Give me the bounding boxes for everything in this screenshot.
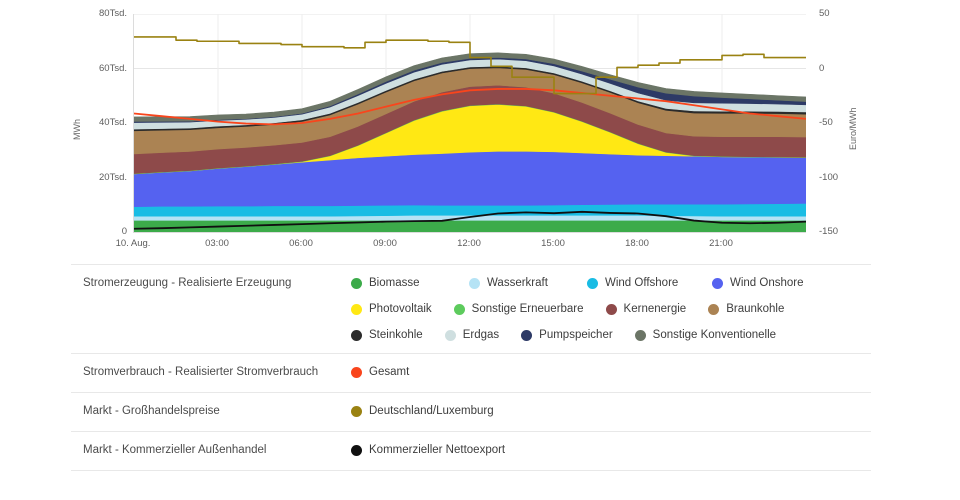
x-axis-tick: 18:00 xyxy=(625,238,649,249)
y-axis-right-tick: 0 xyxy=(819,62,825,74)
legend-color-dot-icon xyxy=(351,303,362,315)
legend-color-dot-icon xyxy=(444,329,456,341)
y-axis-left-tick: 0 xyxy=(121,226,127,237)
legend-line: Gesamt xyxy=(351,363,871,381)
plot-area[interactable] xyxy=(133,14,806,233)
legend-item-wasserkraft[interactable]: Wasserkraft xyxy=(469,274,587,292)
legend-line: Kommerzieller Nettoexport xyxy=(351,441,871,459)
legend-items: Gesamt xyxy=(351,363,871,381)
legend-item-steinkohle[interactable]: Steinkohle xyxy=(351,326,423,344)
legend-item-photovoltaik[interactable]: Photovoltaik xyxy=(351,300,432,318)
legend-color-dot-icon xyxy=(453,303,465,315)
y-axis-left-tick: 80Tsd. xyxy=(99,8,127,19)
legend-color-dot-icon xyxy=(351,277,362,289)
x-axis-tick: 03:00 xyxy=(205,238,229,249)
legend-row: Markt - Großhandelspreise Deutschland/Lux… xyxy=(71,392,871,431)
legend-category-label: Stromverbrauch - Realisierter Stromverbr… xyxy=(83,366,319,378)
legend-line: Deutschland/Luxemburg xyxy=(351,402,871,420)
legend-item-label: Sonstige Konventionelle xyxy=(652,329,777,341)
y-axis-left-tick: 20Tsd. xyxy=(99,171,127,183)
legend-color-dot-icon xyxy=(587,277,598,289)
legend-item-deutschland-luxemburg[interactable]: Deutschland/Luxemburg xyxy=(351,402,494,420)
legend-item-biomasse[interactable]: Biomasse xyxy=(351,274,469,292)
legend-item-label: Braunkohle xyxy=(726,303,785,315)
legend-item-gesamt[interactable]: Gesamt xyxy=(351,363,409,381)
legend-category-label: Markt - Großhandelspreise xyxy=(83,405,220,417)
legend-item-label: Wind Offshore xyxy=(605,277,679,289)
legend-item-label: Biomasse xyxy=(369,277,420,289)
x-axis-tick: 06:00 xyxy=(289,238,313,249)
legend-item-wind-offshore[interactable]: Wind Offshore xyxy=(587,274,712,292)
legend-item-kernenergie[interactable]: Kernenergie xyxy=(605,300,687,318)
legend-item-label: Wasserkraft xyxy=(487,277,548,289)
x-axis-tick: 15:00 xyxy=(541,238,565,249)
legend-color-dot-icon xyxy=(351,444,362,456)
legend-item-label: Photovoltaik xyxy=(369,303,432,315)
legend-color-dot-icon xyxy=(712,277,723,289)
x-axis-tick: 21:00 xyxy=(709,238,733,249)
legend-item-sonstige-konventionelle[interactable]: Sonstige Konventionelle xyxy=(634,326,777,344)
legend-category-label: Stromerzeugung - Realisierte Erzeugung xyxy=(83,277,292,289)
chart-svg xyxy=(134,14,806,232)
legend-color-dot-icon xyxy=(351,329,362,341)
energy-chart-page: MWh Euro/MWh 0 20Tsd. 40Tsd. 60Tsd. 80Tsd. -… xyxy=(0,0,960,500)
legend-category-label: Markt - Kommerzieller Außenhandel xyxy=(83,444,267,456)
legend-item-braunkohle[interactable]: Braunkohle xyxy=(708,300,784,318)
x-axis-tick: 10. Aug. xyxy=(115,238,151,249)
legend-item-label: Kommerzieller Nettoexport xyxy=(369,444,506,456)
y-axis-right-title: Euro/MWh xyxy=(848,107,858,150)
legend-item-label: Deutschland/Luxemburg xyxy=(369,405,494,417)
legend-items: Kommerzieller Nettoexport xyxy=(351,441,871,459)
legend-item-label: Wind Onshore xyxy=(730,277,804,289)
legend-row: Stromerzeugung - Realisierte Erzeugung Bi… xyxy=(71,264,871,353)
x-axis-tick: 12:00 xyxy=(457,238,481,249)
legend-color-dot-icon xyxy=(351,405,362,417)
legend-item-label: Gesamt xyxy=(369,366,410,378)
legend-table: Stromerzeugung - Realisierte Erzeugung Bi… xyxy=(71,264,871,471)
legend-item-sonstige-erneuerbare[interactable]: Sonstige Erneuerbare xyxy=(453,300,584,318)
y-axis-left-tick: 60Tsd. xyxy=(99,62,127,74)
legend-item-kommerzieller-nettoexport[interactable]: Kommerzieller Nettoexport xyxy=(351,441,505,459)
chart-container: MWh Euro/MWh 0 20Tsd. 40Tsd. 60Tsd. 80Tsd. -… xyxy=(0,0,960,258)
legend-line: Photovoltaik Sonstige Erneuerbare Kernener… xyxy=(351,300,871,318)
legend-item-label: Kernenergie xyxy=(623,303,687,315)
legend-item-erdgas[interactable]: Erdgas xyxy=(444,326,500,344)
legend-color-dot-icon xyxy=(351,366,362,378)
legend-item-label: Sonstige Erneuerbare xyxy=(471,303,584,315)
legend-row: Stromverbrauch - Realisierter Stromverbr… xyxy=(71,353,871,392)
legend-item-label: Pumpspeicher xyxy=(539,329,613,341)
y-axis-right-tick: -100 xyxy=(819,171,839,183)
y-axis-right-tick: -150 xyxy=(819,226,839,237)
legend-row: Markt - Kommerzieller Außenhandel Kommerz… xyxy=(71,431,871,471)
legend-item-pumpspeicher[interactable]: Pumpspeicher xyxy=(521,326,613,344)
legend-color-dot-icon xyxy=(708,303,720,315)
x-axis-tick: 09:00 xyxy=(373,238,397,249)
legend-items: Deutschland/Luxemburg xyxy=(351,402,871,420)
y-axis-left-tick: 40Tsd. xyxy=(99,117,127,128)
legend-color-dot-icon xyxy=(469,277,480,289)
y-axis-right-tick: -50 xyxy=(819,117,833,128)
legend-item-wind-onshore[interactable]: Wind Onshore xyxy=(712,274,804,292)
legend-line: Steinkohle Erdgas Pumpspeicher Sonstige Kon… xyxy=(351,326,871,344)
legend-color-dot-icon xyxy=(605,303,617,315)
legend-item-label: Steinkohle xyxy=(369,329,423,341)
legend-items: Biomasse Wasserkraft Wind Offshore Wind Ons… xyxy=(351,274,871,344)
legend-line: Biomasse Wasserkraft Wind Offshore Wind Ons… xyxy=(351,274,871,292)
legend-color-dot-icon xyxy=(634,329,646,341)
y-axis-right-tick: 50 xyxy=(819,8,830,19)
legend-color-dot-icon xyxy=(521,329,533,341)
legend-item-label: Erdgas xyxy=(462,329,500,341)
